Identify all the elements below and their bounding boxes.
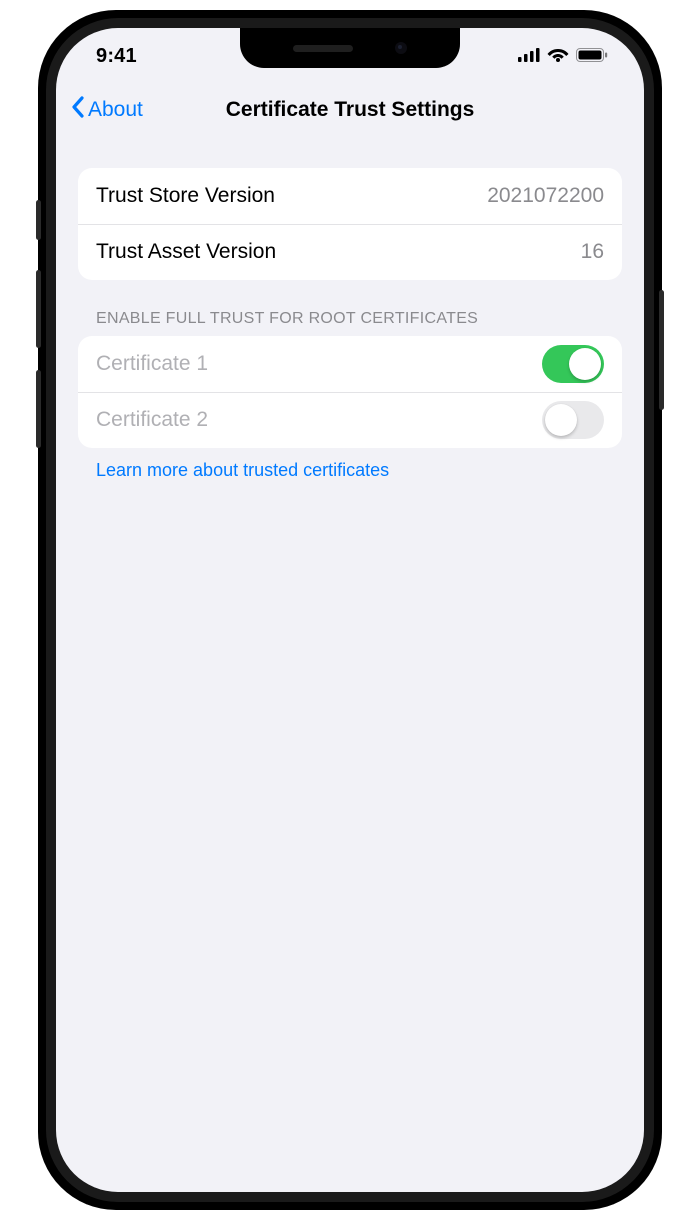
version-info-group: Trust Store Version 2021072200 Trust Ass… xyxy=(78,168,622,280)
volume-up-button xyxy=(36,270,41,348)
power-button xyxy=(659,290,664,410)
toggle-knob xyxy=(569,348,601,380)
screen: 9:41 xyxy=(56,28,644,1192)
wifi-icon xyxy=(547,45,569,68)
certificate-trust-group: Certificate 1 Certificate 2 xyxy=(78,336,622,448)
learn-more-link[interactable]: Learn more about trusted certificates xyxy=(78,448,622,481)
front-camera xyxy=(395,42,407,54)
back-button[interactable]: About xyxy=(70,95,143,125)
trust-store-version-row: Trust Store Version 2021072200 xyxy=(78,168,622,224)
trust-asset-version-row: Trust Asset Version 16 xyxy=(78,224,622,280)
speaker xyxy=(293,45,353,52)
row-value: 2021072200 xyxy=(487,184,604,208)
mute-switch xyxy=(36,200,41,240)
row-label: Trust Asset Version xyxy=(96,240,276,264)
volume-down-button xyxy=(36,370,41,448)
chevron-left-icon xyxy=(70,95,86,125)
status-time: 9:41 xyxy=(96,45,137,68)
cellular-signal-icon xyxy=(518,45,540,68)
notch xyxy=(240,28,460,68)
certificate-1-toggle[interactable] xyxy=(542,345,604,383)
certificate-1-row: Certificate 1 xyxy=(78,336,622,392)
section-header: ENABLE FULL TRUST FOR ROOT CERTIFICATES xyxy=(78,280,622,336)
back-label: About xyxy=(88,98,143,122)
row-label: Certificate 2 xyxy=(96,408,208,432)
toggle-knob xyxy=(545,404,577,436)
certificate-2-row: Certificate 2 xyxy=(78,392,622,448)
row-value: 16 xyxy=(581,240,604,264)
certificate-2-toggle[interactable] xyxy=(542,401,604,439)
navigation-bar: About Certificate Trust Settings xyxy=(56,84,644,136)
battery-icon xyxy=(576,45,608,68)
page-title: Certificate Trust Settings xyxy=(68,98,632,122)
row-label: Trust Store Version xyxy=(96,184,275,208)
phone-frame: 9:41 xyxy=(38,10,662,1210)
row-label: Certificate 1 xyxy=(96,352,208,376)
